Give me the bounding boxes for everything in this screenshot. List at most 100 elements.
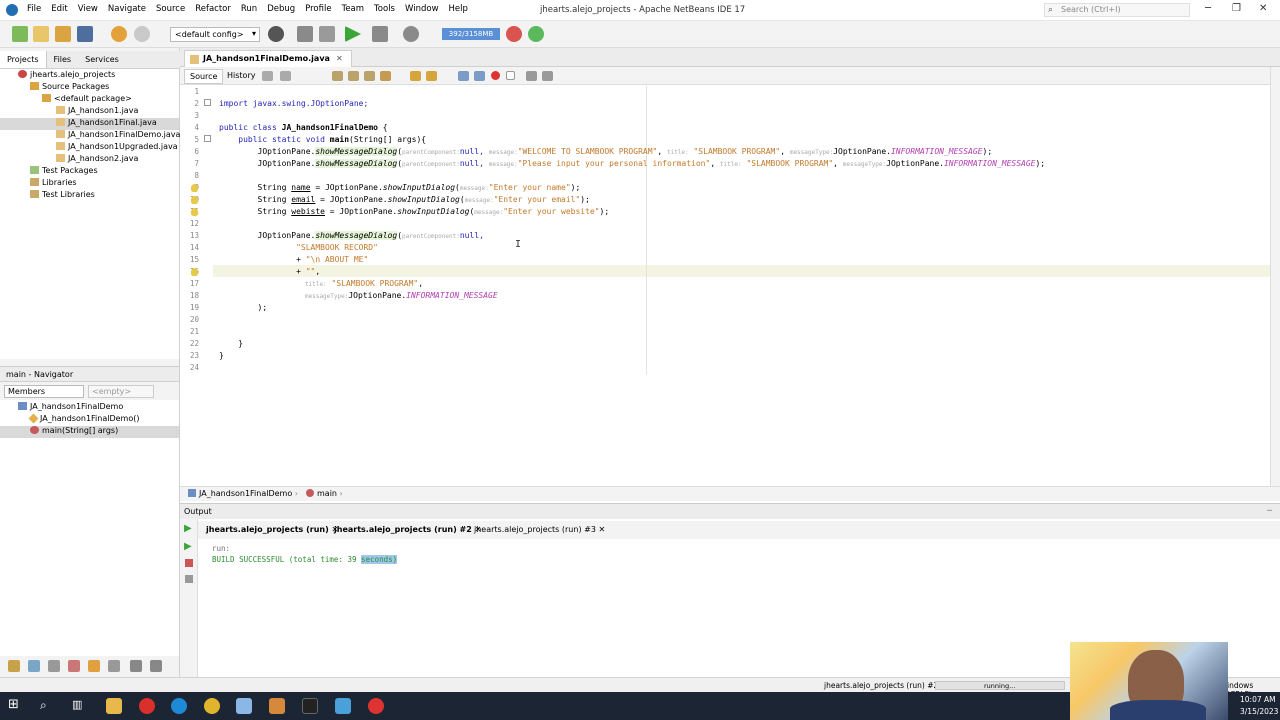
stop-icon[interactable] xyxy=(185,559,193,567)
tree-item-test-libraries[interactable]: Test Libraries xyxy=(30,190,95,202)
profile-project-icon[interactable] xyxy=(403,26,419,42)
record-macro-icon[interactable] xyxy=(491,71,500,80)
bookmark-icon[interactable] xyxy=(410,71,421,81)
config-select[interactable]: <default config> ▾ xyxy=(170,27,260,42)
tree-item-project[interactable]: jhearts.alejo_projects xyxy=(18,70,115,82)
editor-scrollbar[interactable] xyxy=(1270,67,1280,486)
menu-help[interactable]: Help xyxy=(444,4,473,14)
find-prev-icon[interactable] xyxy=(348,71,359,81)
hint-bulb-icon[interactable] xyxy=(191,208,198,216)
tree-item-file[interactable]: JA_handson1FinalDemo.java xyxy=(56,130,180,142)
file-explorer-icon[interactable] xyxy=(106,698,122,714)
new-project-icon[interactable] xyxy=(12,26,28,42)
build-hammer-icon[interactable] xyxy=(297,26,313,42)
tree-item-source-packages[interactable]: Source Packages xyxy=(30,82,109,94)
editor-file-tab[interactable]: JA_handson1FinalDemo.java ✕ xyxy=(184,50,352,67)
rerun-icon[interactable]: ▶ xyxy=(184,523,192,534)
rerun-with-args-icon[interactable]: ▶ xyxy=(184,541,192,552)
tab-services[interactable]: Services xyxy=(78,51,126,68)
tab-projects[interactable]: Projects xyxy=(0,51,47,68)
menu-view[interactable]: View xyxy=(73,4,103,14)
forward-icon[interactable] xyxy=(280,71,291,81)
tool-icon[interactable] xyxy=(68,660,80,672)
undo-icon[interactable] xyxy=(111,26,127,42)
menu-tools[interactable]: Tools xyxy=(369,4,400,14)
tab-history[interactable]: History xyxy=(222,69,260,82)
clock-date[interactable]: 3/15/2023 xyxy=(1240,707,1278,716)
uncomment-icon[interactable] xyxy=(542,71,553,81)
hint-bulb-icon[interactable] xyxy=(191,184,198,192)
tab-files[interactable]: Files xyxy=(47,51,79,68)
find-icon[interactable] xyxy=(332,71,343,81)
pause-io-icon[interactable] xyxy=(528,26,544,42)
memory-indicator[interactable]: 392/3158MB xyxy=(442,28,500,40)
toggle-highlight-icon[interactable] xyxy=(380,71,391,81)
clean-build-icon[interactable] xyxy=(319,26,335,42)
menu-refactor[interactable]: Refactor xyxy=(190,4,236,14)
new-file-icon[interactable] xyxy=(33,26,49,42)
task-view-icon[interactable]: ▥ xyxy=(72,698,88,714)
tree-item-file[interactable]: JA_handson1.java xyxy=(56,106,138,118)
search-input[interactable]: ⌕ Search (Ctrl+I) xyxy=(1044,3,1190,17)
tree-item-test-packages[interactable]: Test Packages xyxy=(30,166,98,178)
gc-icon[interactable] xyxy=(506,26,522,42)
status-task[interactable]: jhearts.alejo_projects (run) #2 xyxy=(824,681,938,690)
menu-team[interactable]: Team xyxy=(337,4,369,14)
app-icon[interactable] xyxy=(335,698,351,714)
shift-right-icon[interactable] xyxy=(474,71,485,81)
tab-source[interactable]: Source xyxy=(184,69,224,84)
hint-bulb-icon[interactable] xyxy=(191,196,198,204)
tool-icon[interactable] xyxy=(48,660,60,672)
run-project-icon[interactable] xyxy=(345,26,361,42)
navigator-class[interactable]: JA_handson1FinalDemo xyxy=(18,402,123,414)
clear-output-icon[interactable] xyxy=(185,575,193,583)
app-icon[interactable] xyxy=(368,698,384,714)
netbeans-icon[interactable] xyxy=(236,698,252,714)
minimize-panel-icon[interactable]: ─ xyxy=(1267,506,1272,515)
output-tab-run[interactable]: jhearts.alejo_projects (run) ✕ xyxy=(206,525,338,534)
output-title[interactable]: Output xyxy=(184,507,212,516)
opera-icon[interactable] xyxy=(139,698,155,714)
tree-item-libraries[interactable]: Libraries xyxy=(30,178,77,190)
shift-left-icon[interactable] xyxy=(458,71,469,81)
save-all-icon[interactable] xyxy=(77,26,93,42)
tool-icon[interactable] xyxy=(88,660,100,672)
fold-icon[interactable] xyxy=(204,135,211,142)
tree-item-file-selected[interactable]: JA_handson1Final.java xyxy=(0,118,179,130)
open-project-icon[interactable] xyxy=(55,26,71,42)
menu-edit[interactable]: Edit xyxy=(46,4,72,14)
menu-debug[interactable]: Debug xyxy=(262,4,300,14)
breadcrumb-class[interactable]: JA_handson1FinalDemo › xyxy=(188,489,298,498)
tree-item-file[interactable]: JA_handson1Upgraded.java xyxy=(56,142,178,154)
tree-item-default-package[interactable]: <default package> xyxy=(42,94,132,106)
hint-bulb-icon[interactable] xyxy=(191,268,198,276)
menu-file[interactable]: File xyxy=(22,4,46,14)
code-text[interactable]: import javax.swing.JOptionPane; public c… xyxy=(219,86,1269,486)
terminal-icon[interactable] xyxy=(302,698,318,714)
chrome-icon[interactable] xyxy=(204,698,220,714)
members-select[interactable]: Members xyxy=(4,385,84,398)
tool-icon[interactable] xyxy=(108,660,120,672)
fold-icon[interactable] xyxy=(204,99,211,106)
tool-icon[interactable] xyxy=(150,660,162,672)
tool-icon[interactable] xyxy=(8,660,20,672)
menu-source[interactable]: Source xyxy=(151,4,190,14)
navigator-method[interactable]: main(String[] args) xyxy=(0,426,179,438)
bookmark-next-icon[interactable] xyxy=(426,71,437,81)
find-next-icon[interactable] xyxy=(364,71,375,81)
close-tab-icon[interactable]: ✕ xyxy=(336,54,343,63)
navigator-constructor[interactable]: JA_handson1FinalDemo() xyxy=(28,413,139,426)
output-tab-run-2[interactable]: jhearts.alejo_projects (run) #2 ✕ xyxy=(334,525,481,534)
menu-navigate[interactable]: Navigate xyxy=(103,4,151,14)
debug-project-icon[interactable] xyxy=(372,26,388,42)
tool-icon[interactable] xyxy=(130,660,142,672)
tree-item-file[interactable]: JA_handson2.java xyxy=(56,154,138,166)
comment-icon[interactable] xyxy=(526,71,537,81)
app-icon[interactable] xyxy=(269,698,285,714)
breadcrumb-method[interactable]: main › xyxy=(306,489,343,498)
edge-icon[interactable] xyxy=(171,698,187,714)
filter-select[interactable]: <empty> xyxy=(88,385,154,398)
windows-start-icon[interactable]: ⊞ xyxy=(8,697,24,713)
close-tab-icon[interactable]: ✕ xyxy=(598,525,605,534)
back-icon[interactable] xyxy=(262,71,273,81)
